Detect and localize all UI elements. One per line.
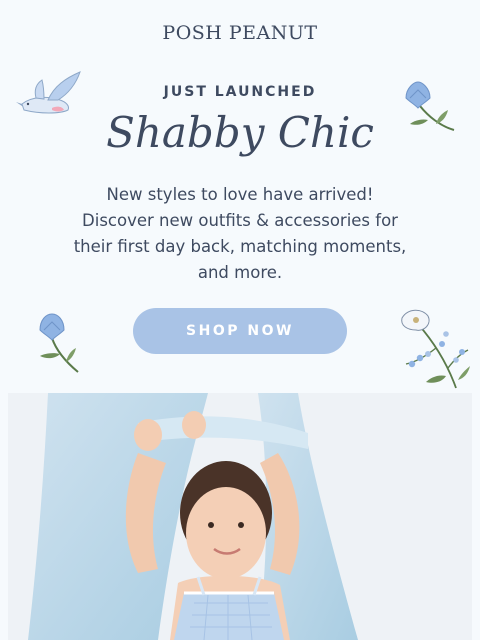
brand-logo[interactable]: POSH PEANUT — [0, 22, 480, 44]
hero-body-copy: New styles to love have arrived! Discove… — [30, 182, 450, 286]
shop-now-button[interactable]: SHOP NOW — [133, 308, 347, 354]
bluebell-flower-icon — [39, 313, 79, 373]
body-line: Discover new outfits & accessories for — [82, 211, 398, 230]
hero-photo[interactable] — [8, 393, 472, 640]
child-with-fabric-image — [8, 393, 472, 640]
email-page: POSH PEANUT JUST LAUNCHED Shabby Chic Ne… — [0, 0, 480, 640]
collection-title: Shabby Chic — [106, 108, 374, 157]
body-line: and more. — [197, 263, 283, 282]
wildflower-sprig-icon — [401, 309, 470, 389]
body-line: their first day back, matching moments, — [73, 237, 407, 256]
eyebrow-text: JUST LAUNCHED — [163, 84, 317, 100]
body-line: New styles to love have arrived! — [106, 185, 374, 204]
